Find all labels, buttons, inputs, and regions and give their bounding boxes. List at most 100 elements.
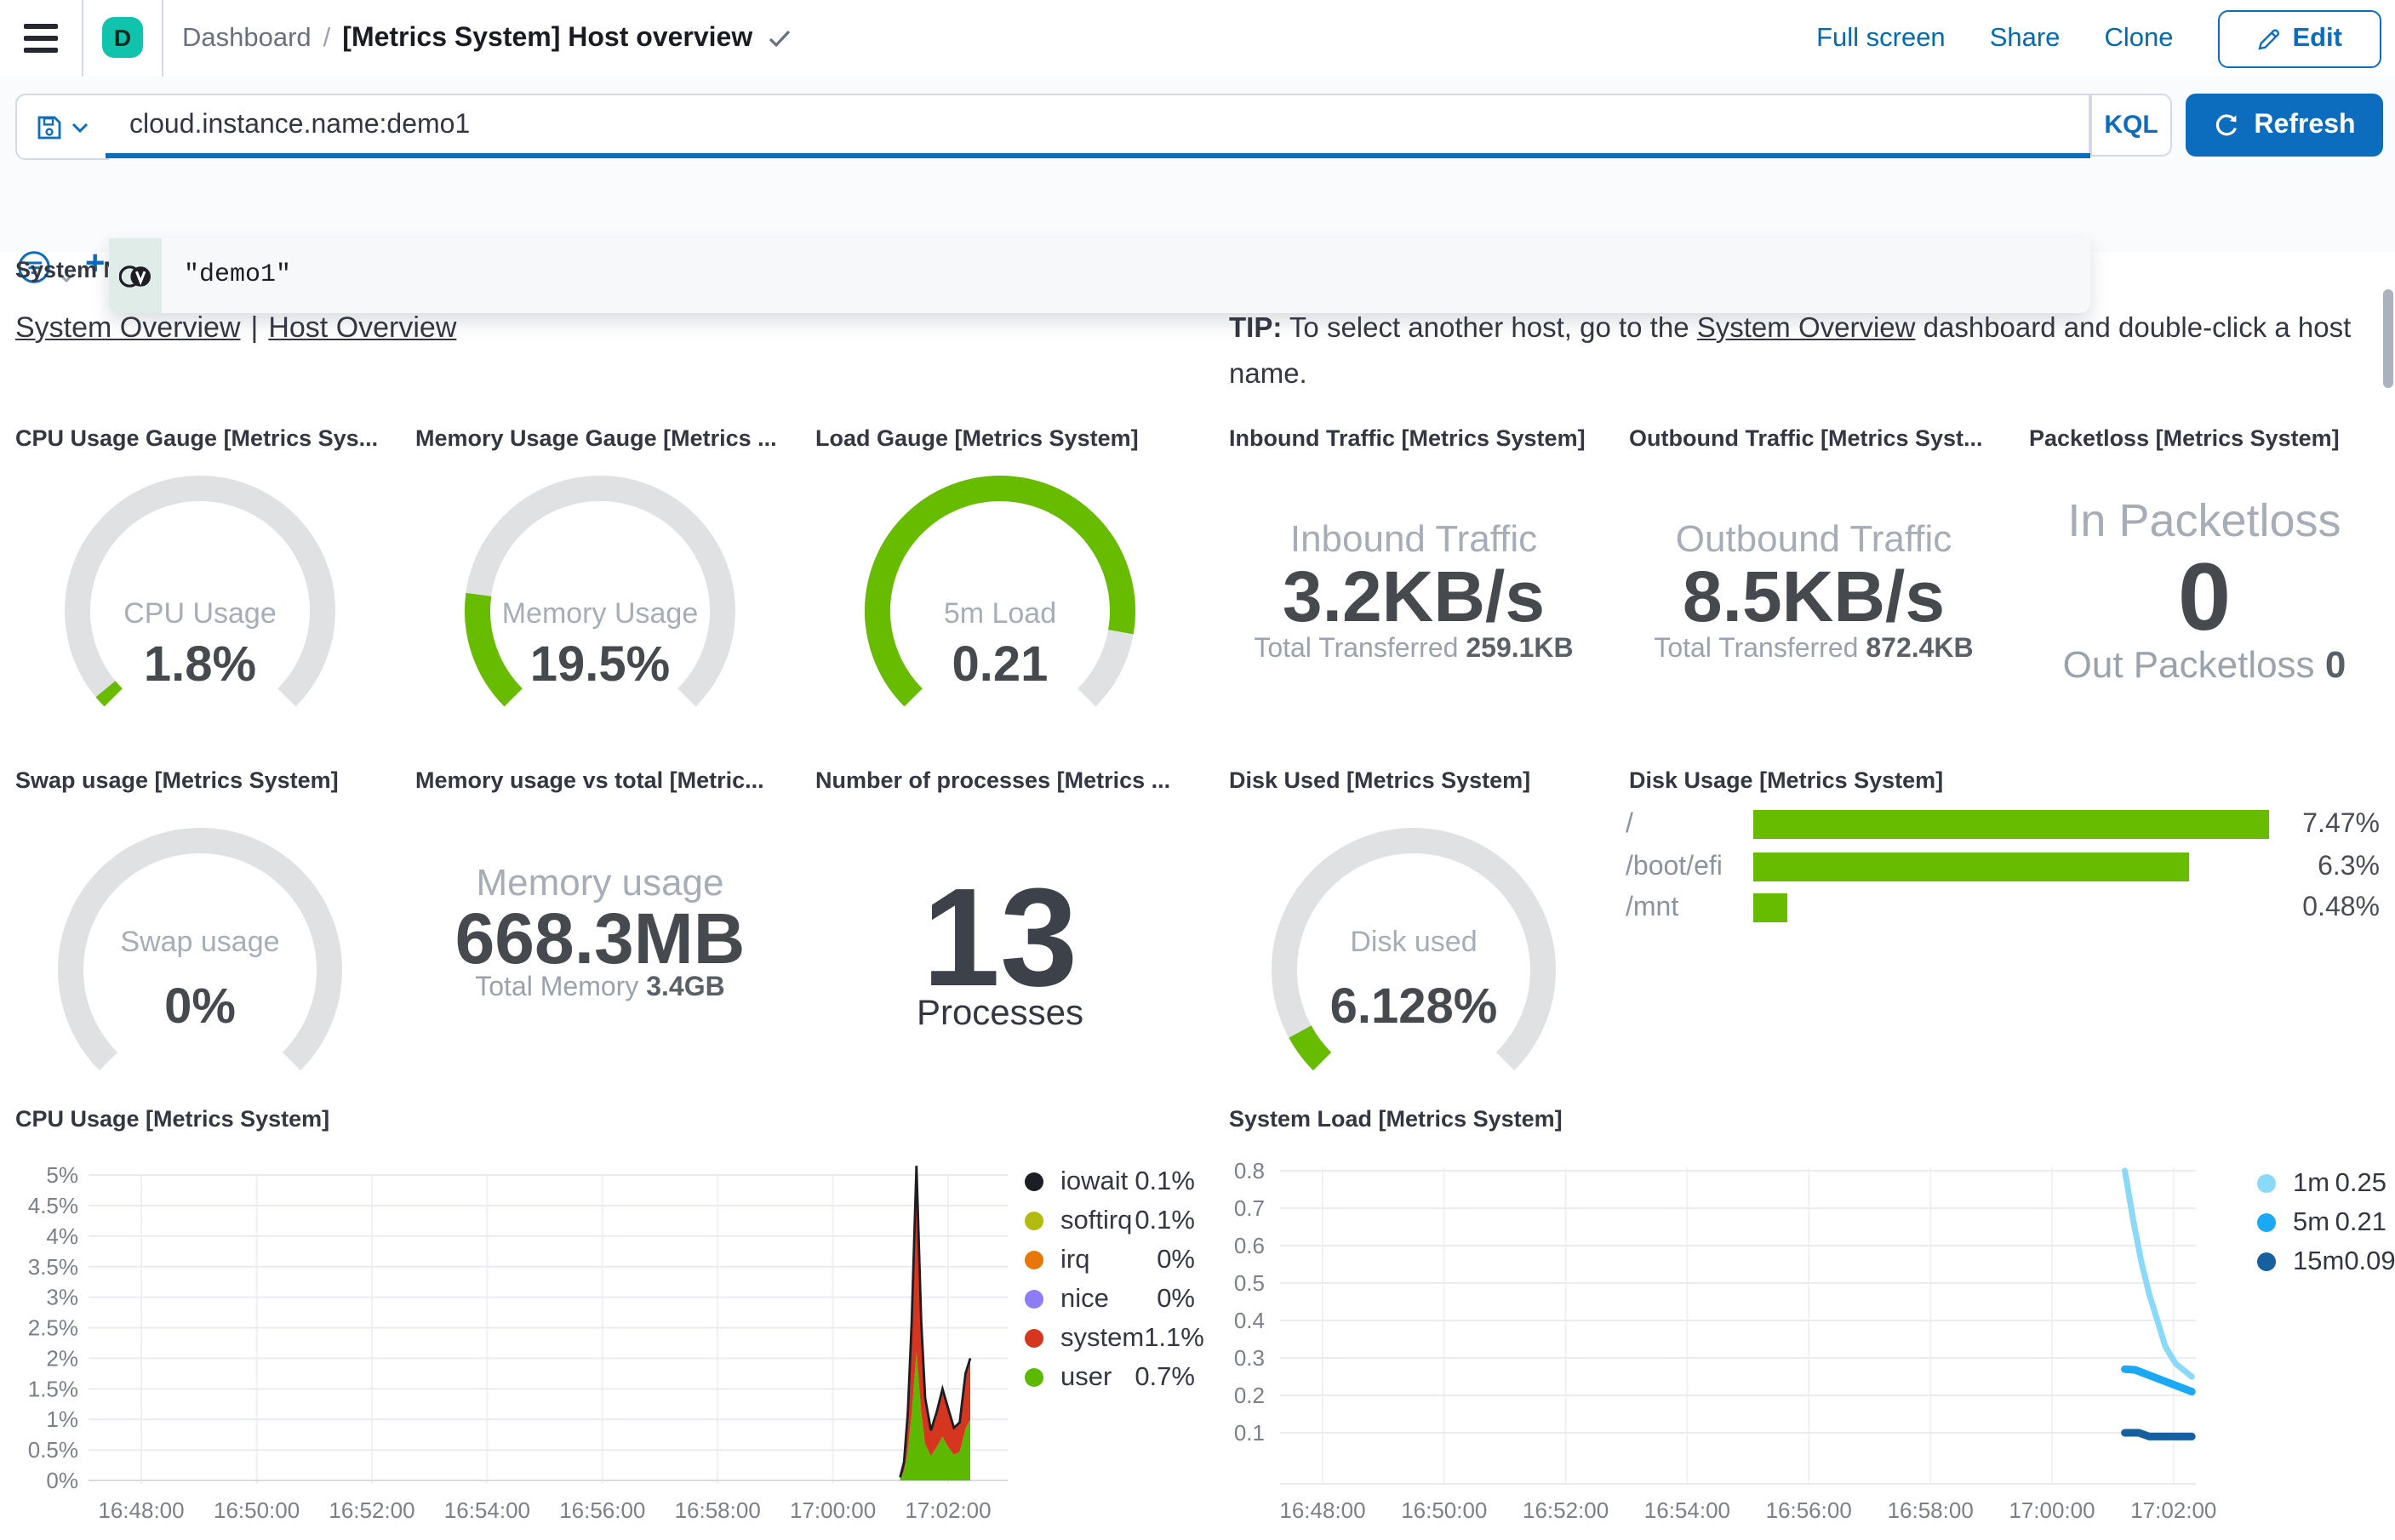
disk-row-label: / [1626,810,1633,839]
panel-title-inbound: Inbound Traffic [Metrics System] [1229,425,1586,451]
host-overview-link[interactable]: Host Overview [268,311,456,344]
full-screen-link[interactable]: Full screen [1816,23,1946,54]
saved-query-button[interactable] [15,94,109,160]
disk-usage-bar[interactable] [1753,893,1786,921]
legend-dot-icon [1025,1172,1043,1191]
legend-item-user[interactable]: user 0.7% [1025,1358,1195,1397]
panel-title-packetloss: Packetloss [Metrics System] [2029,425,2340,451]
header-actions: Full screen Share Clone Edit [1816,0,2381,77]
refresh-button[interactable]: Refresh [2186,94,2383,157]
legend-item-nice[interactable]: nice 0% [1025,1280,1195,1319]
pencil-icon [2256,26,2280,50]
panel-title-disk-used: Disk Used [Metrics System] [1229,767,1531,793]
breadcrumb-dashboard[interactable]: Dashboard [182,23,312,54]
legend-dot-icon [1025,1329,1043,1348]
legend-item-system[interactable]: system 1.1% [1025,1319,1204,1358]
input-focus-underline [106,153,2090,158]
svg-text:16:48:00: 16:48:00 [98,1497,184,1523]
svg-text:0.6: 0.6 [1234,1233,1265,1258]
memory-total: Total Memory 3.4GB [475,973,725,1002]
suggestion-item-demo1[interactable]: "demo1" [162,238,291,313]
cpu-gauge-label: CPU Usage [123,597,277,630]
space-avatar[interactable]: D [102,17,143,58]
svg-text:2%: 2% [46,1345,78,1371]
legend-dot-icon [2257,1174,2276,1193]
legend-item-5m[interactable]: 5m 0.21 [2257,1203,2386,1242]
svg-text:0%: 0% [46,1468,78,1493]
svg-text:4%: 4% [46,1223,78,1249]
legend-item-15m[interactable]: 15m 0.09 [2257,1242,2395,1281]
in-packetloss-value: 0 [2177,543,2232,650]
disk-usage-bar[interactable] [1753,852,2188,881]
outbound-total: Total Transferred 872.4KB [1654,635,1974,664]
disk-usage-bars: / 7.47% /boot/efi 6.3% /mnt 0.48% [1614,756,2395,1096]
query-section: cloud.instance.name:demo1 KQL Refresh + … [0,77,2395,313]
out-packetloss: Out Packetloss 0 [2062,643,2346,686]
kibana-dashboard: D Dashboard / [Metrics System] Host over… [0,0,2395,1540]
svg-text:0.5: 0.5 [1234,1270,1265,1296]
load-chart-legend: 1m 0.25 5m 0.21 15m 0.09 [2257,1164,2395,1281]
panel-title-memory-usage: Memory usage vs total [Metric... [415,767,764,793]
tip-text: TIP: To select another host, go to the S… [1229,313,2352,390]
svg-text:0.2: 0.2 [1234,1383,1265,1408]
memory-gauge-label: Memory Usage [501,597,699,630]
svg-text:3%: 3% [46,1285,78,1310]
svg-text:2.5%: 2.5% [28,1315,78,1341]
legend-item-irq[interactable]: irq 0% [1025,1241,1195,1280]
panel-title-load-gauge: Load Gauge [Metrics System] [815,425,1139,451]
svg-text:17:02:00: 17:02:00 [905,1497,991,1523]
svg-text:1.5%: 1.5% [28,1376,78,1401]
load-gauge-label: 5m Load [943,597,1057,630]
cpu-gauge-value: 1.8% [143,638,257,693]
kql-value-icon [118,263,152,288]
divider [162,0,163,77]
outbound-label: Outbound Traffic [1675,517,1952,560]
legend-dot-icon [2257,1213,2276,1232]
legend-item-1m[interactable]: 1m 0.25 [2257,1164,2386,1203]
chevron-down-icon [71,122,89,132]
disk-row-value: 7.47% [2302,810,2380,839]
legend-item-iowait[interactable]: iowait 0.1% [1025,1162,1195,1201]
svg-text:16:54:00: 16:54:00 [1644,1497,1730,1523]
clone-link[interactable]: Clone [2104,23,2173,54]
svg-text:0.8: 0.8 [1234,1158,1265,1184]
disk-usage-bar[interactable] [1753,810,2269,839]
memory-gauge-value: 19.5% [529,638,671,693]
kql-button[interactable]: KQL [2090,94,2172,157]
swap-gauge-value: 0% [164,980,236,1035]
svg-text:0.4: 0.4 [1234,1308,1265,1333]
processes-label: Processes [916,994,1084,1033]
svg-text:16:56:00: 16:56:00 [559,1497,645,1523]
tip-system-overview-link[interactable]: System Overview [1697,313,1916,344]
inbound-total: Total Transferred 259.1KB [1254,635,1574,664]
suggestion-type-cell [109,238,162,313]
legend-dot-icon [2257,1252,2276,1271]
check-icon[interactable] [768,28,792,48]
svg-text:5%: 5% [46,1162,78,1188]
load-gauge-value: 0.21 [952,638,1049,693]
divider [82,0,83,77]
svg-text:17:02:00: 17:02:00 [2130,1497,2216,1523]
legend-dot-icon [1025,1368,1043,1387]
svg-text:17:00:00: 17:00:00 [790,1497,876,1523]
menu-icon[interactable] [24,24,58,53]
svg-text:16:52:00: 16:52:00 [329,1497,414,1523]
save-icon [36,113,63,140]
disk-row-value: 6.3% [2318,852,2380,881]
breadcrumb: Dashboard / [Metrics System] Host overvi… [182,0,792,77]
disk-row-label: /boot/efi [1626,852,1723,881]
system-load-chart: 0.1 0.2 0.3 0.4 0.5 0.6 0.7 0.8 16:48:00 16:50:00… [1234,1158,2217,1523]
svg-text:16:54:00: 16:54:00 [444,1497,530,1523]
system-navigation-links: System Overview | Host Overview [15,311,457,344]
share-link[interactable]: Share [1990,23,2061,54]
edit-button[interactable]: Edit [2217,9,2381,67]
legend-item-softirq[interactable]: softirq 0.1% [1025,1201,1195,1241]
panel-title-memory-gauge: Memory Usage Gauge [Metrics ... [415,425,777,451]
system-overview-link[interactable]: System Overview [15,311,241,344]
svg-text:17:00:00: 17:00:00 [2009,1497,2095,1523]
query-suggestion-popup: "demo1" [109,238,2090,313]
svg-text:0.7: 0.7 [1234,1195,1265,1221]
search-input[interactable]: cloud.instance.name:demo1 [106,94,2090,157]
svg-text:4.5%: 4.5% [28,1193,78,1218]
svg-text:16:50:00: 16:50:00 [214,1497,300,1523]
